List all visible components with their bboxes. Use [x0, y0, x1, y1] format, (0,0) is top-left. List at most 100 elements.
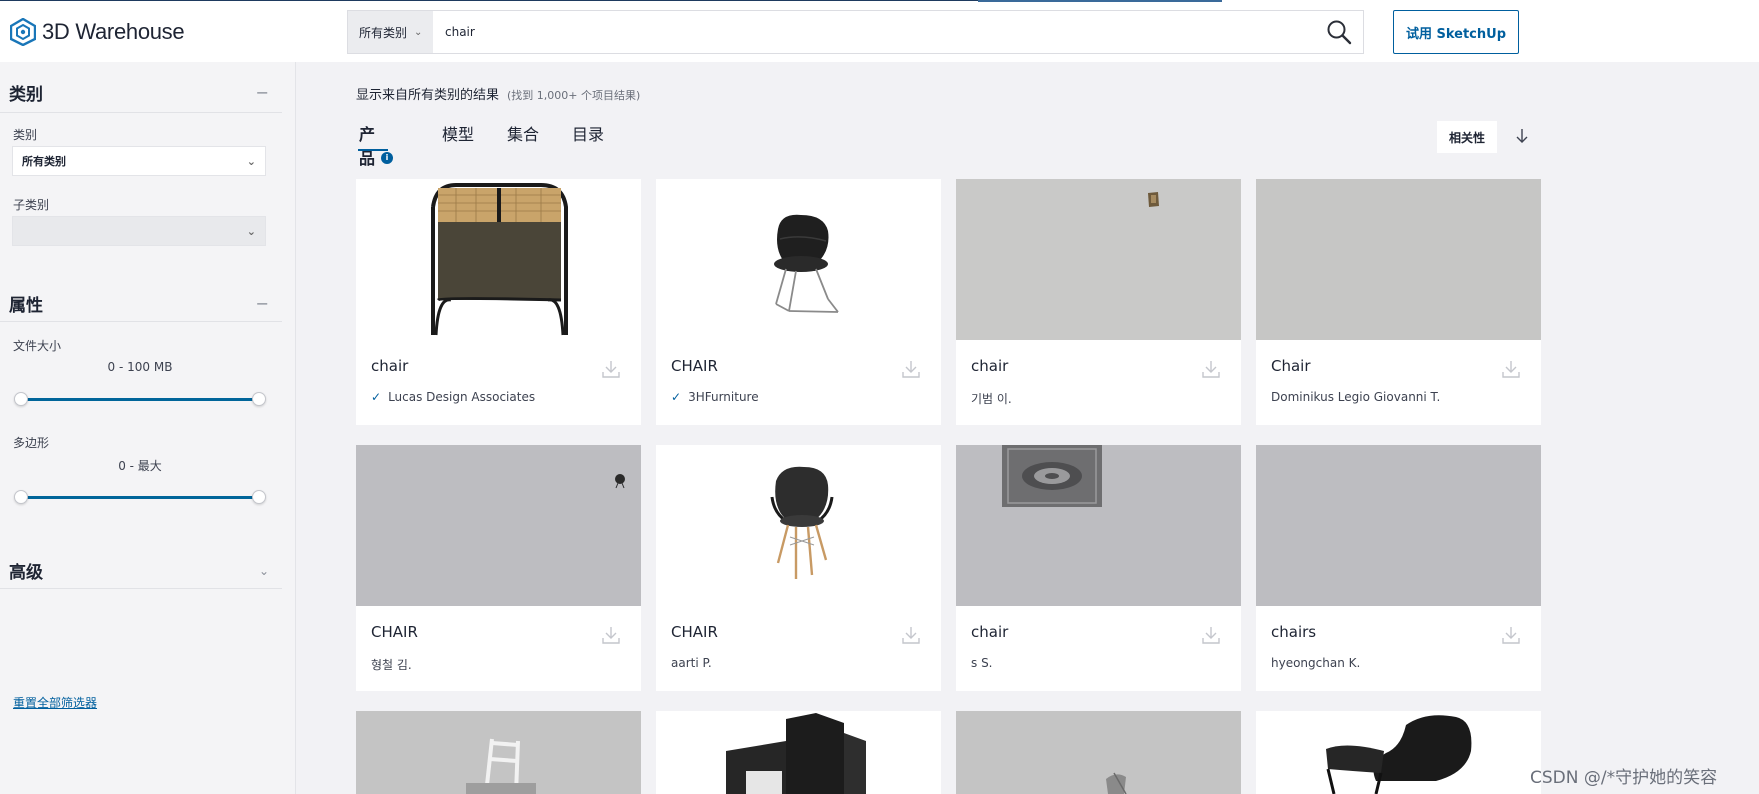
model-card[interactable]: CHAIR aarti P. [656, 445, 941, 691]
arrow-down-icon [1516, 129, 1528, 143]
subcategory-label: 子类别 [13, 198, 50, 212]
polygon-slider-max-handle[interactable] [252, 490, 266, 504]
author-name: 3HFurniture [688, 390, 759, 404]
divider [0, 321, 282, 322]
model-author[interactable]: Dominikus Legio Giovanni T. [1271, 390, 1440, 404]
logo-text: 3D Warehouse [42, 19, 185, 44]
header-accent-line [978, 0, 1222, 2]
advanced-section-title: 高级 [9, 563, 43, 583]
model-title[interactable]: chair [971, 357, 1008, 375]
category-section-title: 类别 [9, 85, 43, 105]
chair-thumbnail-image [356, 179, 641, 340]
model-title[interactable]: CHAIR [671, 623, 718, 641]
tab-models[interactable]: 模型 [442, 121, 474, 151]
download-icon[interactable] [601, 359, 621, 379]
polygon-slider-min-handle[interactable] [14, 490, 28, 504]
download-icon[interactable] [601, 625, 621, 645]
download-icon[interactable] [901, 359, 921, 379]
try-sketchup-button[interactable]: 试用 SketchUp [1393, 10, 1519, 54]
advanced-section-header[interactable]: 高级 ⌄ [9, 558, 281, 583]
model-thumbnail[interactable] [656, 445, 941, 606]
category-section-header[interactable]: 类别 − [9, 80, 281, 105]
download-icon[interactable] [1501, 625, 1521, 645]
model-thumbnail[interactable] [356, 445, 641, 606]
model-card[interactable] [356, 711, 641, 794]
app-header: 3D Warehouse 所有类别 ⌄ 试用 SketchUp [0, 0, 1759, 62]
model-title[interactable]: CHAIR [371, 623, 418, 641]
tab-collections[interactable]: 集合 [507, 121, 539, 151]
model-title[interactable]: chairs [1271, 623, 1316, 641]
download-icon[interactable] [1201, 625, 1221, 645]
search-button[interactable] [1315, 11, 1363, 53]
tab-label: 集合 [507, 125, 540, 144]
divider [0, 112, 282, 113]
model-card[interactable]: Chair Dominikus Legio Giovanni T. [1256, 179, 1541, 425]
chair-thumbnail-image [356, 445, 641, 606]
polygon-slider-track[interactable] [21, 496, 259, 499]
polygon-label: 多边形 [13, 436, 50, 450]
filesize-slider-track[interactable] [21, 398, 259, 401]
filesize-slider-min-handle[interactable] [14, 392, 28, 406]
model-author[interactable]: ✓ Lucas Design Associates [371, 390, 535, 404]
model-title[interactable]: chair [371, 357, 408, 375]
info-icon[interactable]: i [381, 152, 394, 164]
sort-direction-button[interactable] [1510, 124, 1534, 148]
collapse-icon: − [255, 83, 269, 102]
author-name: s S. [971, 656, 993, 670]
model-author[interactable]: ✓ 3HFurniture [671, 390, 759, 404]
tab-products[interactable]: 产品 i [357, 121, 394, 168]
model-card[interactable] [1256, 711, 1541, 794]
model-thumbnail[interactable] [356, 179, 641, 340]
model-card[interactable] [656, 711, 941, 794]
download-icon[interactable] [1501, 359, 1521, 379]
model-card[interactable]: chair ✓ Lucas Design Associates [356, 179, 641, 425]
sort-dropdown[interactable]: 相关性 [1437, 121, 1497, 153]
verified-check-icon: ✓ [671, 390, 682, 404]
chair-thumbnail-image [956, 711, 1241, 794]
model-title[interactable]: Chair [1271, 357, 1311, 375]
model-author[interactable]: 기범 이. [971, 390, 1012, 407]
model-title[interactable]: chair [971, 623, 1008, 641]
reset-filters-link[interactable]: 重置全部筛选器 [13, 694, 97, 711]
attributes-section-header[interactable]: 属性 − [9, 291, 281, 316]
model-author[interactable]: s S. [971, 656, 993, 670]
chair-thumbnail-image [356, 711, 641, 794]
chair-thumbnail-image [656, 711, 941, 794]
author-name: 기범 이. [971, 392, 1012, 406]
tab-label: 产品 [359, 125, 376, 168]
model-card[interactable]: CHAIR 형철 김. [356, 445, 641, 691]
divider [0, 588, 282, 589]
model-card[interactable]: chair s S. [956, 445, 1241, 691]
search-category-dropdown[interactable]: 所有类别 ⌄ [348, 11, 433, 53]
filesize-range: 0 - 100 MB [107, 360, 173, 374]
search-bar: 所有类别 ⌄ [347, 10, 1364, 54]
model-author[interactable]: aarti P. [671, 656, 712, 670]
model-thumbnail[interactable] [956, 445, 1241, 606]
author-name: Dominikus Legio Giovanni T. [1271, 390, 1441, 404]
model-title[interactable]: CHAIR [671, 357, 718, 375]
download-icon[interactable] [1201, 359, 1221, 379]
author-name: aarti P. [671, 656, 712, 670]
model-author[interactable]: 형철 김. [371, 656, 412, 673]
model-thumbnail[interactable] [1256, 445, 1541, 606]
model-author[interactable]: hyeongchan K. [1271, 656, 1360, 670]
download-icon[interactable] [901, 625, 921, 645]
model-thumbnail[interactable] [1256, 179, 1541, 340]
chevron-down-icon: ⌄ [414, 26, 423, 38]
model-card[interactable]: chair 기범 이. [956, 179, 1241, 425]
filesize-slider-max-handle[interactable] [252, 392, 266, 406]
search-icon [1327, 20, 1352, 45]
model-card[interactable]: chairs hyeongchan K. [1256, 445, 1541, 691]
author-name: 형철 김. [371, 658, 412, 672]
logo[interactable]: 3D Warehouse [10, 17, 185, 47]
tab-label: 目录 [572, 125, 605, 144]
tab-catalogs[interactable]: 目录 [572, 121, 604, 151]
subcategory-select[interactable]: ⌄ [12, 216, 266, 246]
model-thumbnail[interactable] [656, 179, 941, 340]
model-card[interactable]: CHAIR ✓ 3HFurniture [656, 179, 941, 425]
chevron-down-icon: ⌄ [246, 154, 256, 168]
category-select[interactable]: 所有类别 ⌄ [12, 146, 266, 176]
model-card[interactable] [956, 711, 1241, 794]
model-thumbnail[interactable] [956, 179, 1241, 340]
search-input[interactable] [433, 11, 1315, 53]
